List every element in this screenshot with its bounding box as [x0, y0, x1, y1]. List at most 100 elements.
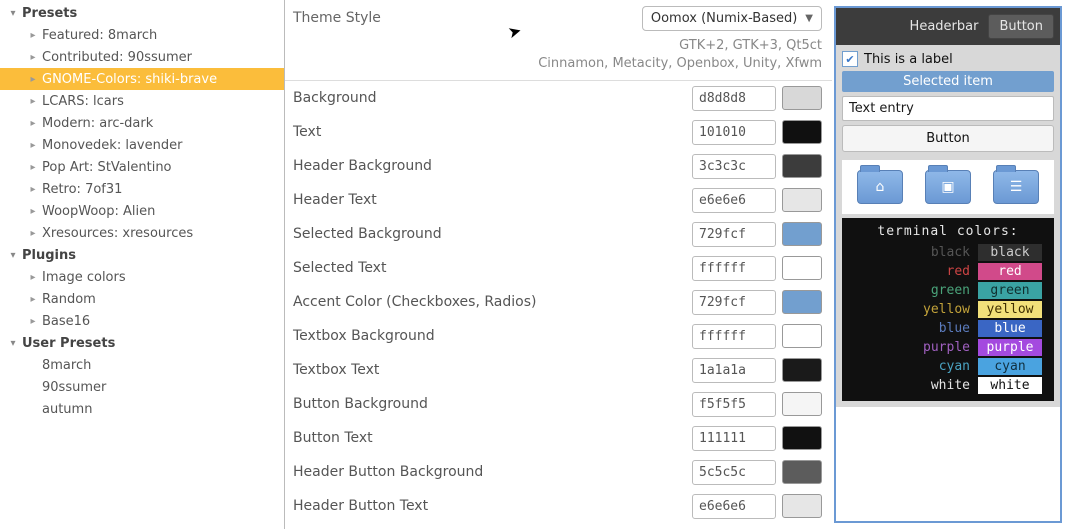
- preset-monovedek-lavender[interactable]: ▸Monovedek: lavender: [0, 134, 284, 156]
- color-hex-input[interactable]: f5f5f5: [692, 392, 776, 417]
- color-row-label: Background: [293, 90, 692, 106]
- sidebar-section-plugins[interactable]: ▾Plugins: [0, 244, 284, 266]
- color-btn-bg: Button Backgroundf5f5f5: [293, 387, 822, 421]
- sidebar-item-label: Base16: [42, 314, 90, 329]
- preview-headerbar-button[interactable]: Button: [988, 14, 1054, 39]
- sidebar-item-label: Monovedek: lavender: [42, 138, 182, 153]
- folder-icon-0[interactable]: ⌂: [857, 170, 903, 204]
- terminal-color-chip: red: [978, 263, 1042, 280]
- color-background: Backgroundd8d8d8: [293, 81, 822, 115]
- folder-icon-1[interactable]: ▣: [925, 170, 971, 204]
- sidebar-item-label: GNOME-Colors: shiki-brave: [42, 72, 217, 87]
- sidebar-item-label: Retro: 7of31: [42, 182, 122, 197]
- terminal-color-chip: cyan: [978, 358, 1042, 375]
- color-swatch[interactable]: [782, 426, 822, 450]
- color-hex-input[interactable]: e6e6e6: [692, 494, 776, 519]
- preset-woopwoop-alien[interactable]: ▸WoopWoop: Alien: [0, 200, 284, 222]
- terminal-color-name: blue: [854, 321, 978, 336]
- color-swatch[interactable]: [782, 290, 822, 314]
- preset-modern-arc-dark[interactable]: ▸Modern: arc-dark: [0, 112, 284, 134]
- userpreset-90ssumer[interactable]: 90ssumer: [0, 376, 284, 398]
- color-hex-input[interactable]: 729fcf: [692, 290, 776, 315]
- plugin-image-colors[interactable]: ▸Image colors: [0, 266, 284, 288]
- sidebar-section-label: User Presets: [22, 336, 115, 351]
- terminal-color-name: green: [854, 283, 978, 298]
- preset-featured-8march[interactable]: ▸Featured: 8march: [0, 24, 284, 46]
- color-swatch[interactable]: [782, 392, 822, 416]
- color-hex-input[interactable]: 111111: [692, 426, 776, 451]
- theme-style-selected: Oomox (Numix-Based): [651, 11, 797, 26]
- color-hex-input[interactable]: e6e6e6: [692, 188, 776, 213]
- checkbox-icon[interactable]: ✔: [842, 51, 858, 67]
- terminal-color-name: cyan: [854, 359, 978, 374]
- color-hex-input[interactable]: 101010: [692, 120, 776, 145]
- preview-button[interactable]: Button: [842, 125, 1054, 152]
- sidebar-item-label: Image colors: [42, 270, 126, 285]
- preview-headerbar-title: Headerbar: [842, 19, 982, 34]
- theme-style-title: Theme Style: [293, 6, 538, 26]
- preset-xresources[interactable]: ▸Xresources: xresources: [0, 222, 284, 244]
- terminal-color-red: redred: [848, 262, 1048, 281]
- color-swatch[interactable]: [782, 154, 822, 178]
- userpreset-8march[interactable]: 8march: [0, 354, 284, 376]
- color-swatch[interactable]: [782, 324, 822, 348]
- color-hex-input[interactable]: ffffff: [692, 256, 776, 281]
- theme-style-dropdown[interactable]: Oomox (Numix-Based) ▼: [642, 6, 822, 31]
- color-swatch[interactable]: [782, 494, 822, 518]
- color-row-label: Header Text: [293, 192, 692, 208]
- sidebar-section-presets[interactable]: ▾Presets: [0, 2, 284, 24]
- color-hex-input[interactable]: ffffff: [692, 324, 776, 349]
- expander-right-icon: ▸: [26, 74, 40, 85]
- color-swatch[interactable]: [782, 358, 822, 382]
- preset-retro-7of31[interactable]: ▸Retro: 7of31: [0, 178, 284, 200]
- sidebar-section-user-presets[interactable]: ▾User Presets: [0, 332, 284, 354]
- color-text: Text101010: [293, 115, 822, 149]
- color-hex-input[interactable]: 729fcf: [692, 222, 776, 247]
- sidebar-item-label: LCARS: lcars: [42, 94, 124, 109]
- terminal-color-chip: yellow: [978, 301, 1042, 318]
- color-swatch[interactable]: [782, 460, 822, 484]
- color-hex-input[interactable]: d8d8d8: [692, 86, 776, 111]
- theme-style-header: Theme Style Oomox (Numix-Based) ▼ GTK+2,…: [285, 0, 832, 81]
- color-swatch[interactable]: [782, 222, 822, 246]
- expander-right-icon: ▸: [26, 162, 40, 173]
- preview-selected-item[interactable]: Selected item: [842, 71, 1054, 92]
- color-btn-text: Button Text111111: [293, 421, 822, 455]
- preview-checkbox-row[interactable]: ✔ This is a label: [842, 51, 1054, 67]
- preset-contributed-90ssumer[interactable]: ▸Contributed: 90ssumer: [0, 46, 284, 68]
- color-swatch[interactable]: [782, 256, 822, 280]
- preset-popart-stvalentino[interactable]: ▸Pop Art: StValentino: [0, 156, 284, 178]
- plugin-base16[interactable]: ▸Base16: [0, 310, 284, 332]
- color-sel-text: Selected Textffffff: [293, 251, 822, 285]
- preview-icons-row: ⌂ ▣ ☰: [842, 160, 1054, 214]
- sidebar-item-label: WoopWoop: Alien: [42, 204, 155, 219]
- terminal-color-chip: white: [978, 377, 1042, 394]
- color-swatch[interactable]: [782, 86, 822, 110]
- color-hex-input[interactable]: 1a1a1a: [692, 358, 776, 383]
- plugin-random[interactable]: ▸Random: [0, 288, 284, 310]
- color-row-label: Textbox Text: [293, 362, 692, 378]
- terminal-color-chip: black: [978, 244, 1042, 261]
- expander-right-icon: ▸: [26, 206, 40, 217]
- color-swatch[interactable]: [782, 188, 822, 212]
- userpreset-autumn[interactable]: autumn: [0, 398, 284, 420]
- expander-right-icon: ▸: [26, 184, 40, 195]
- preset-gnome-colors-shiki-brave[interactable]: ▸GNOME-Colors: shiki-brave: [0, 68, 284, 90]
- color-textbox-text: Textbox Text1a1a1a: [293, 353, 822, 387]
- color-hex-input[interactable]: 5c5c5c: [692, 460, 776, 485]
- terminal-color-black: blackblack: [848, 243, 1048, 262]
- color-row-label: Header Button Text: [293, 498, 692, 514]
- color-swatch[interactable]: [782, 120, 822, 144]
- preview-terminal: terminal colors: blackblackredredgreengr…: [842, 218, 1054, 401]
- color-accent: Accent Color (Checkboxes, Radios)729fcf: [293, 285, 822, 319]
- color-row-label: Header Button Background: [293, 464, 692, 480]
- preview-text-entry[interactable]: Text entry: [842, 96, 1054, 121]
- color-hdr-btn-text: Header Button Texte6e6e6: [293, 489, 822, 523]
- color-hex-input[interactable]: 3c3c3c: [692, 154, 776, 179]
- preview-headerbar: Headerbar Button: [836, 8, 1060, 45]
- preset-lcars[interactable]: ▸LCARS: lcars: [0, 90, 284, 112]
- color-row-label: Selected Background: [293, 226, 692, 242]
- sidebar-item-label: Pop Art: StValentino: [42, 160, 172, 175]
- folder-icon-2[interactable]: ☰: [993, 170, 1039, 204]
- expander-right-icon: ▸: [26, 272, 40, 283]
